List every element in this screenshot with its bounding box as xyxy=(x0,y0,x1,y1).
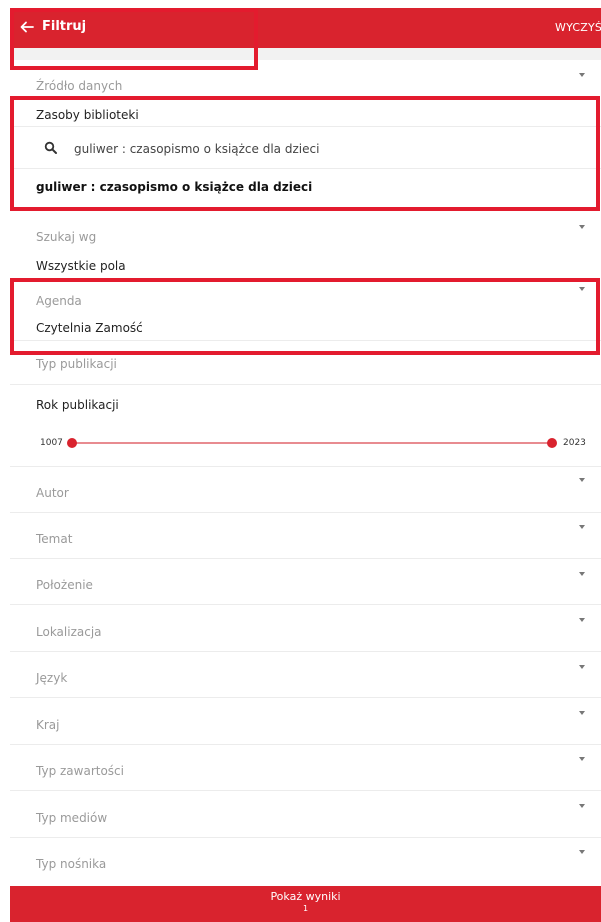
pub-year-min: 1007 xyxy=(40,438,63,448)
clear-button[interactable]: WYCZYŚ xyxy=(555,21,601,34)
pub-year-slider-start-handle[interactable] xyxy=(67,438,77,448)
source-label: Źródło danych xyxy=(36,79,123,93)
chevron-down-icon[interactable] xyxy=(579,665,585,669)
chevron-down-icon[interactable] xyxy=(579,757,585,761)
app-bar: Filtruj WYCZYŚ xyxy=(10,8,601,48)
filter-label: Temat xyxy=(36,532,73,546)
show-results-label: Pokaż wyniki xyxy=(270,890,341,903)
chevron-down-icon[interactable] xyxy=(579,850,585,854)
filter-label: Położenie xyxy=(36,578,93,592)
pub-year-max: 2023 xyxy=(563,438,586,448)
agenda-value[interactable]: Czytelnia Zamość xyxy=(36,321,143,335)
filter-label: Typ zawartości xyxy=(36,764,124,778)
chevron-down-icon[interactable] xyxy=(579,804,585,808)
chevron-down-icon[interactable] xyxy=(579,618,585,622)
divider xyxy=(10,340,601,341)
app-bar-shadow xyxy=(10,48,601,60)
source-dropdown-icon[interactable] xyxy=(579,73,585,77)
chevron-down-icon[interactable] xyxy=(579,572,585,576)
annotation-box xyxy=(10,278,600,355)
divider xyxy=(10,790,601,791)
page-title: Filtruj xyxy=(42,19,87,34)
source-search-result[interactable]: guliwer : czasopismo o książce dla dziec… xyxy=(36,180,312,194)
pub-year-slider-end-handle[interactable] xyxy=(547,438,557,448)
divider xyxy=(10,126,601,127)
agenda-dropdown-icon[interactable] xyxy=(579,287,585,291)
filter-label: Język xyxy=(36,671,68,685)
chevron-down-icon[interactable] xyxy=(579,478,585,482)
show-results-button[interactable]: Pokaż wyniki 1 xyxy=(10,886,601,922)
divider xyxy=(10,512,601,513)
divider xyxy=(10,697,601,698)
divider xyxy=(10,744,601,745)
search-by-dropdown-icon[interactable] xyxy=(579,225,585,229)
source-search-input[interactable]: guliwer : czasopismo o książce dla dziec… xyxy=(74,142,319,156)
filter-label: Lokalizacja xyxy=(36,625,102,639)
chevron-down-icon[interactable] xyxy=(579,525,585,529)
filter-label: Typ mediów xyxy=(36,811,108,825)
pub-type-label[interactable]: Typ publikacji xyxy=(36,357,117,371)
agenda-label: Agenda xyxy=(36,294,82,308)
search-by-value[interactable]: Wszystkie pola xyxy=(36,259,126,273)
source-value[interactable]: Zasoby biblioteki xyxy=(36,108,139,122)
divider xyxy=(10,384,601,385)
divider xyxy=(10,168,601,169)
filter-label: Kraj xyxy=(36,718,60,732)
divider xyxy=(10,558,601,559)
chevron-down-icon[interactable] xyxy=(579,711,585,715)
filter-label: Typ nośnika xyxy=(36,857,107,871)
results-count: 1 xyxy=(302,904,309,913)
search-icon xyxy=(44,140,58,154)
filter-label: Autor xyxy=(36,486,69,500)
divider xyxy=(10,466,601,467)
pub-year-label: Rok publikacji xyxy=(36,398,119,412)
divider xyxy=(10,604,601,605)
divider xyxy=(10,837,601,838)
divider xyxy=(10,651,601,652)
pub-year-slider-track[interactable] xyxy=(72,442,552,444)
search-by-label: Szukaj wg xyxy=(36,230,97,244)
back-arrow-icon[interactable] xyxy=(18,18,36,36)
